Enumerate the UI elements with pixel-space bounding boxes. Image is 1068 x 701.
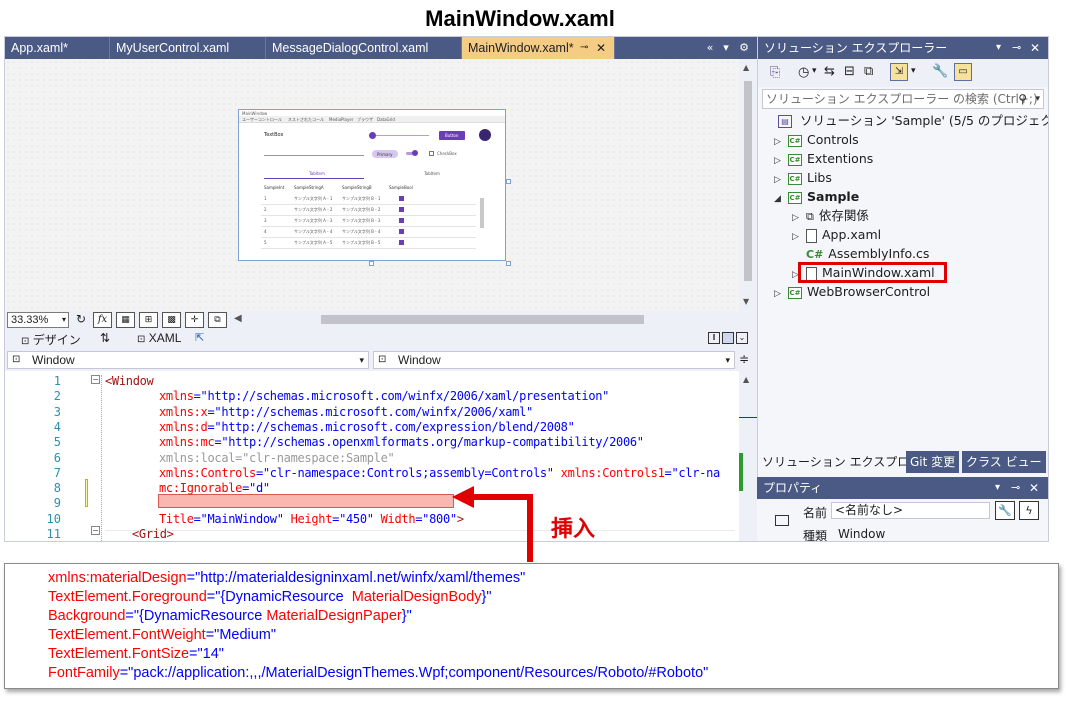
callout-token: ="{DynamicResource: [206, 589, 348, 605]
callout-line: TextElement.Foreground="{DynamicResource…: [48, 589, 492, 605]
callout-token: Background: [48, 608, 126, 624]
callout-token: ="Medium": [205, 627, 277, 643]
callout-token: ="{DynamicResource: [125, 608, 267, 624]
callout-line: TextElement.FontSize="14": [48, 646, 224, 662]
insert-label: 挿入: [551, 516, 596, 541]
callout-token: }": [401, 608, 412, 624]
callout-token: MaterialDesignBody: [347, 589, 482, 605]
insert-code-callout: xmlns:materialDesign="http://materialdes…: [4, 563, 1059, 689]
callout-token: TextElement.Foreground: [48, 589, 207, 605]
callout-token: TextElement.FontSize: [48, 646, 190, 662]
callout-token: TextElement.FontWeight: [48, 627, 206, 643]
callout-token: ="14": [189, 646, 224, 662]
callout-line: Background="{DynamicResource MaterialDes…: [48, 608, 412, 624]
callout-token: ="http://materialdesigninxaml.net/winfx/…: [186, 570, 526, 586]
callout-token: ="pack://application:,,,/MaterialDesignT…: [119, 665, 709, 681]
callout-token: MaterialDesignPaper: [266, 608, 402, 624]
callout-token: FontFamily: [48, 665, 120, 681]
callout-token: }": [481, 589, 492, 605]
callout-token: xmlns:materialDesign: [48, 570, 187, 586]
callout-line: xmlns:materialDesign="http://materialdes…: [48, 570, 525, 586]
insert-arrow-line: [470, 494, 533, 562]
insert-arrow-head: [452, 486, 474, 508]
callout-line: FontFamily="pack://application:,,,/Mater…: [48, 665, 708, 681]
callout-line: TextElement.FontWeight="Medium": [48, 627, 276, 643]
